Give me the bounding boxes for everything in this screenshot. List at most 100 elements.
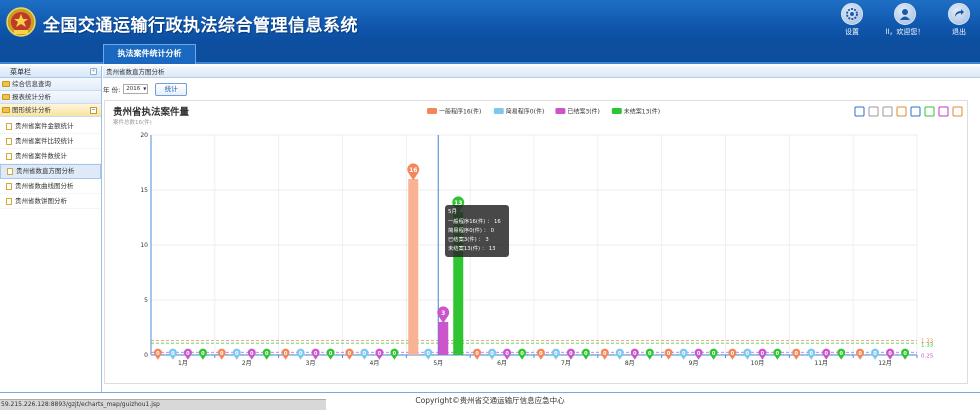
data-label: 0 [825, 351, 829, 357]
logout-button[interactable]: 退出 [939, 3, 979, 37]
data-label: 0 [265, 351, 269, 357]
user-button[interactable]: ll，欢迎您！ [877, 3, 933, 37]
settings-button[interactable]: 设置 [832, 3, 872, 37]
data-label: 0 [776, 351, 780, 357]
x-tick-label: 5月 [433, 360, 443, 367]
sidebar-item-count[interactable]: 贵州省案件数统计 [0, 149, 101, 164]
x-tick-label: 12月 [878, 360, 892, 367]
data-label: 0 [490, 351, 494, 357]
folder-icon [2, 94, 10, 100]
data-label: 0 [761, 351, 765, 357]
average-label: 1.33 [921, 343, 934, 349]
y-tick-label: 20 [140, 132, 148, 139]
document-icon [7, 168, 13, 175]
data-label: 0 [427, 351, 431, 357]
document-icon [6, 197, 12, 205]
data-label: 0 [873, 351, 877, 357]
line-icon [910, 106, 921, 117]
user-icon [894, 3, 916, 25]
sidebar-item-pie[interactable]: 贵州省数饼图分析 [0, 194, 101, 209]
markclear-icon [882, 106, 893, 117]
y-tick-label: 5 [144, 297, 148, 304]
expand-toggle-icon[interactable]: − [90, 107, 97, 114]
stat-button[interactable]: 统计 [155, 82, 188, 96]
data-label: 0 [712, 351, 716, 357]
sidebar-header: 菜单栏 « [0, 66, 101, 78]
chart-title: 贵州省执法案件量 [113, 106, 190, 118]
data-label: 0 [682, 351, 686, 357]
y-tick-label: 15 [140, 187, 148, 194]
folder-icon [2, 81, 10, 87]
system-title: 全国交通运输行政执法综合管理信息系统 [43, 16, 358, 36]
data-label: 0 [584, 351, 588, 357]
save-icon [952, 106, 963, 117]
status-url: 59.215.226.128:8893/gzjt/echarts_map/gui… [0, 399, 326, 410]
collapse-icon[interactable]: « [90, 68, 97, 75]
legend-label: 未结案13(件) [624, 108, 660, 116]
folder-open-icon [2, 107, 10, 113]
data-label: 0 [633, 351, 637, 357]
bar-chart: 贵州省执法案件量案件总数16(件) 一般程序16(件) 简易程序0(件) 已结案3(件… [113, 106, 963, 367]
document-icon [6, 122, 12, 130]
sidebar-item-histogram[interactable]: 贵州省数直方图分析 [0, 164, 101, 179]
footer-divider [0, 392, 980, 393]
data-label: 0 [220, 351, 224, 357]
bar [438, 322, 449, 355]
x-tick-label: 2月 [242, 360, 252, 367]
y-tick-label: 0 [144, 352, 148, 359]
sidebar-group-label: 报表统计分析 [12, 92, 51, 101]
main-content: 贵州省数直方图分析 年 份: 2016 统计 贵州省执法案件量案件总数16(件)… [103, 66, 980, 392]
x-tick-label: 6月 [497, 360, 507, 367]
gear-icon [841, 3, 863, 25]
year-select[interactable]: 2016 [123, 84, 149, 94]
markundo-icon [868, 106, 879, 117]
data-label: 0 [840, 351, 844, 357]
document-icon [6, 152, 12, 160]
chart-panel: 贵州省执法案件量 案件总数16(件) 一般程序16(件) 简易程序0(件) 已结案3(件… [104, 100, 968, 384]
data-label: 3 [441, 310, 445, 317]
sidebar-item-compare[interactable]: 贵州省案件比较统计 [0, 134, 101, 149]
legend-swatch [427, 108, 437, 114]
data-label: 0 [299, 351, 303, 357]
logout-label: 退出 [952, 28, 966, 36]
data-label: 0 [731, 351, 735, 357]
sidebar-item-label: 贵州省案件金额统计 [15, 121, 74, 130]
sidebar-group-report[interactable]: 报表统计分析 [0, 91, 101, 104]
sidebar-item-label: 贵州省案件数统计 [15, 151, 67, 160]
data-label: 0 [569, 351, 573, 357]
data-label: 0 [201, 351, 205, 357]
legend-swatch [493, 108, 504, 114]
sidebar-item-amount[interactable]: 贵州省案件金额统计 [0, 119, 101, 134]
sidebar-item-curve[interactable]: 贵州省数曲线图分析 [0, 179, 101, 194]
legend-swatch [611, 108, 622, 114]
data-label: 0 [667, 351, 671, 357]
data-label: 0 [746, 351, 750, 357]
breadcrumb: 贵州省数直方图分析 [103, 66, 980, 78]
data-label: 0 [554, 351, 558, 357]
tooltip-line: 已结案3(件) ： 3 [448, 235, 489, 243]
sidebar-group-graph[interactable]: 图形统计分析 − [0, 104, 101, 117]
data-label: 0 [363, 351, 367, 357]
data-label: 0 [888, 351, 892, 357]
sidebar: 菜单栏 « 综合信息查询 报表统计分析 图形统计分析 − 贵州省案件金额统计 贵… [0, 66, 102, 392]
data-label: 0 [156, 351, 160, 357]
data-label: 0 [475, 351, 479, 357]
legend-label: 一般程序16(件) [439, 108, 481, 116]
legend-swatch [555, 108, 566, 114]
sidebar-group-query[interactable]: 综合信息查询 [0, 78, 101, 91]
y-tick-label: 10 [140, 242, 148, 249]
tooltip-line: 简易程序0(件) ： 0 [448, 226, 495, 234]
data-label: 0 [539, 351, 543, 357]
exit-icon [948, 3, 970, 25]
x-tick-label: 3月 [306, 360, 316, 367]
legend-label: 简易程序0(件) [506, 108, 545, 116]
sidebar-item-label: 贵州省数直方图分析 [16, 167, 75, 175]
data-label: 0 [903, 351, 907, 357]
bar-icon [924, 106, 935, 117]
sidebar-group-label: 综合信息查询 [12, 79, 51, 88]
data-label: 0 [810, 351, 814, 357]
x-tick-label: 8月 [625, 360, 635, 367]
document-icon [6, 137, 12, 145]
data-label: 0 [618, 351, 622, 357]
tab-case-stats[interactable]: 执法案件统计分析 [103, 44, 196, 64]
